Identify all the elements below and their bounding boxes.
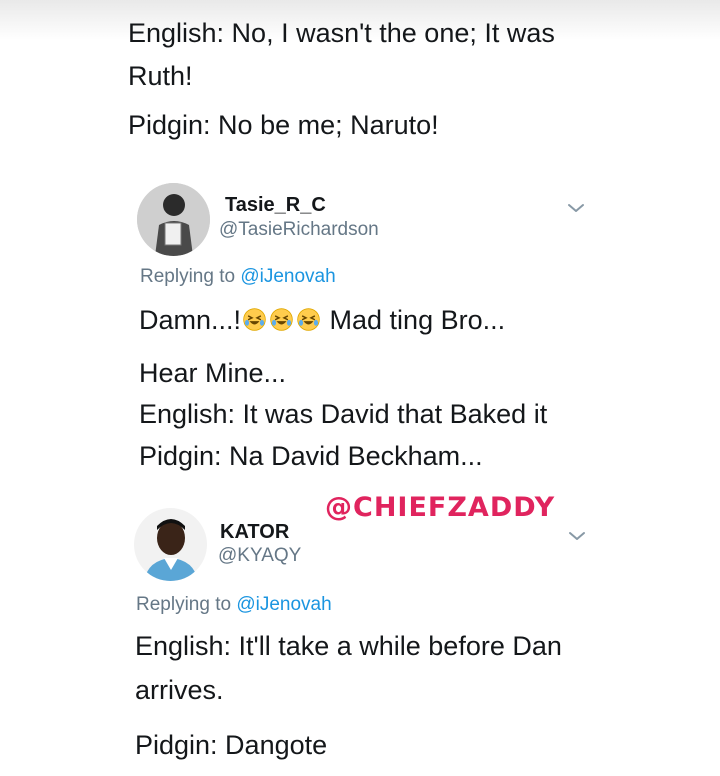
chevron-down-icon[interactable]: [566, 529, 588, 543]
avatar[interactable]: [137, 183, 210, 256]
tweet-text-line: Damn...! Mad ting Bro...: [139, 304, 505, 336]
avatar[interactable]: [134, 508, 207, 581]
replying-to: Replying to @iJenovah: [140, 266, 336, 288]
user-handle[interactable]: @TasieRichardson: [219, 219, 379, 241]
tweet-text: Damn...!: [139, 305, 242, 335]
chevron-down-icon[interactable]: [565, 201, 587, 215]
tweet-text-line: Pidgin: Na David Beckham...: [139, 441, 483, 471]
tweet-text-line: English: It was David that Baked it: [139, 399, 548, 429]
tweet-text: Mad ting Bro...: [322, 305, 506, 335]
tweet-text-line: Hear Mine...: [139, 358, 287, 388]
tweet-text-line: English: It'll take a while before Dan: [135, 631, 562, 661]
tweet-text-line: English: No, I wasn't the one; It was: [128, 18, 555, 48]
replying-to: Replying to @iJenovah: [136, 594, 332, 616]
mention-link[interactable]: @iJenovah: [236, 594, 331, 615]
rolling-on-floor-laughing-icon: [268, 305, 295, 335]
tweet-text-line: Ruth!: [128, 61, 193, 91]
watermark: @CHIEFZADDY: [325, 492, 556, 523]
rolling-on-floor-laughing-icon: [295, 305, 322, 335]
replying-prefix: Replying to: [140, 266, 241, 287]
tweet-text-line: Pidgin: No be me; Naruto!: [128, 110, 439, 140]
rolling-on-floor-laughing-icon: [241, 305, 268, 335]
replying-prefix: Replying to: [136, 594, 237, 615]
user-handle[interactable]: @KYAQY: [218, 545, 301, 567]
display-name[interactable]: KATOR: [220, 521, 289, 544]
tweet-text-line: arrives.: [135, 675, 224, 705]
display-name[interactable]: Tasie_R_C: [225, 194, 326, 217]
mention-link[interactable]: @iJenovah: [240, 266, 335, 287]
tweet-text-line: Pidgin: Dangote: [135, 730, 328, 760]
